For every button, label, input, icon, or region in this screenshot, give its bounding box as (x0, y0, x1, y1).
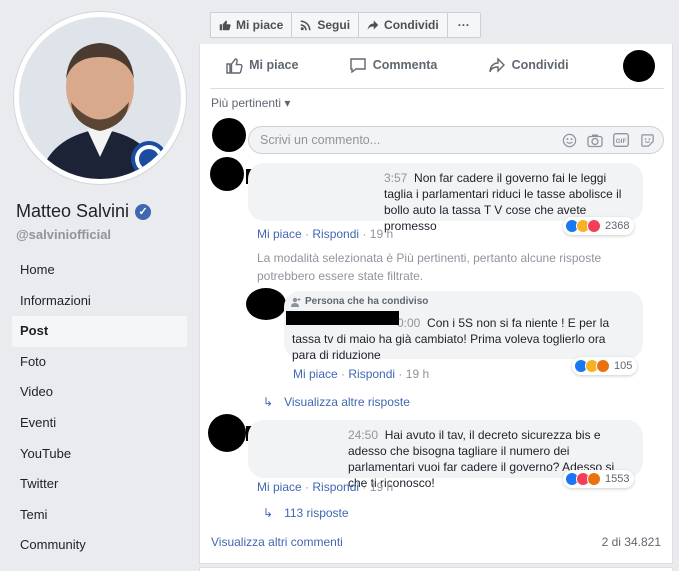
sticker-icon[interactable] (639, 132, 655, 148)
page-like-button[interactable]: Mi piace (211, 13, 293, 37)
nav-item-foto[interactable]: Foto (12, 347, 187, 378)
page-nav: Home Informazioni Post Foto Video Eventi… (12, 255, 187, 561)
post-card: Mi piace Commenta Condividi Più pertinen… (199, 44, 673, 564)
follow-button[interactable]: Segui (292, 13, 360, 37)
comment-reply-link[interactable]: Rispondi (312, 480, 359, 494)
chevron-down-icon: ▾ (284, 96, 291, 110)
reply-meta: Mi piace · Rispondi · 19 h (293, 367, 429, 381)
comment-reactions[interactable]: 1553 (563, 470, 635, 488)
comment-like-link[interactable]: Mi piace (257, 227, 302, 241)
verified-badge-icon: ✓ (135, 203, 152, 220)
reply-arrow-icon: ↳ (263, 395, 274, 409)
nav-item-post[interactable]: Post (12, 316, 187, 347)
reaction-count: 1553 (605, 473, 630, 485)
nav-item-twitter[interactable]: Twitter (12, 469, 187, 500)
separator: · (362, 480, 370, 494)
emoji-icon[interactable] (561, 132, 577, 148)
page-like-label: Mi piace (236, 18, 284, 32)
nav-item-community[interactable]: Community (12, 530, 187, 561)
page-action-bar: Mi piace Segui Condividi ··· (210, 12, 481, 38)
thumbs-up-icon (226, 58, 243, 74)
redacted-avatar (212, 118, 246, 152)
redacted-avatar (623, 50, 655, 82)
reply-reactions[interactable]: 105 (572, 357, 638, 375)
comment-icon (350, 58, 366, 74)
redacted-author-name (286, 311, 399, 325)
comment-age[interactable]: 19 h (370, 227, 393, 241)
post-comment-button[interactable]: Commenta (349, 56, 438, 74)
shared-by-tag: Persona che ha condiviso (291, 296, 428, 307)
separator: · (398, 367, 406, 381)
reply-reply-link[interactable]: Rispondi (348, 367, 395, 381)
comment-meta: Mi piace · Rispondi · 19 h (257, 480, 393, 494)
redacted-avatar (246, 288, 286, 320)
nav-item-informazioni[interactable]: Informazioni (12, 286, 187, 317)
nav-item-eventi[interactable]: Eventi (12, 408, 187, 439)
reply-age[interactable]: 19 h (406, 367, 429, 381)
comment-reply-link[interactable]: Rispondi (312, 227, 359, 241)
redacted-avatar (208, 414, 246, 452)
comment-input-placeholder: Scrivi un commento... (260, 133, 381, 147)
more-options-button[interactable]: ··· (448, 13, 480, 37)
redacted-avatar (210, 157, 244, 191)
view-more-replies-link[interactable]: ↳ Visualizza altre risposte (263, 395, 410, 409)
separator: · (362, 227, 370, 241)
comment-age[interactable]: 19 h (370, 480, 393, 494)
follow-label: Segui (317, 18, 351, 32)
camera-icon[interactable] (587, 132, 603, 148)
page-handle[interactable]: @salviniofficial (16, 227, 111, 242)
comment-meta: Mi piace · Rispondi · 19 h (257, 227, 393, 241)
composer-tools: GIF (561, 132, 655, 148)
view-more-comments-link[interactable]: Visualizza altri commenti (211, 535, 343, 549)
next-post-card (199, 567, 673, 571)
person-icon (291, 297, 301, 307)
post-like-button[interactable]: Mi piace (225, 56, 298, 74)
share-arrow-icon (367, 20, 379, 31)
comment-count: 2 di 34.821 (601, 535, 661, 549)
comment-reactions[interactable]: 2368 (563, 217, 635, 235)
gif-icon[interactable]: GIF (613, 132, 629, 148)
sort-label: Più pertinenti (211, 96, 282, 110)
post-comment-label: Commenta (372, 58, 438, 72)
page-share-button[interactable]: Condividi (359, 13, 448, 37)
page-name-text[interactable]: Matteo Salvini (16, 201, 129, 222)
profile-picture[interactable] (14, 12, 186, 184)
comment-like-link[interactable]: Mi piace (257, 480, 302, 494)
divider (210, 88, 664, 89)
share-arrow-icon (488, 57, 505, 73)
nav-item-home[interactable]: Home (12, 255, 187, 286)
nav-item-temi[interactable]: Temi (12, 500, 187, 531)
post-share-button[interactable]: Condividi (488, 56, 569, 74)
nav-item-video[interactable]: Video (12, 377, 187, 408)
reply-like-link[interactable]: Mi piace (293, 367, 338, 381)
filter-notice: La modalità selezionata è Più pertinenti… (257, 251, 602, 283)
angry-reaction-icon (596, 359, 610, 373)
profile-photo (19, 17, 181, 179)
page-title[interactable]: Matteo Salvini ✓ (16, 201, 152, 222)
left-sidebar: Matteo Salvini ✓ @salviniofficial Home I… (0, 0, 195, 571)
comment-time: 24:50 (348, 428, 379, 442)
view-more-replies-label: Visualizza altre risposte (284, 395, 410, 409)
comment-time: 0:00 (397, 316, 421, 330)
reaction-count: 2368 (605, 220, 630, 232)
svg-text:GIF: GIF (616, 138, 627, 145)
reply-arrow-icon: ↳ (263, 506, 274, 520)
love-reaction-icon (587, 219, 601, 233)
nav-item-youtube[interactable]: YouTube (12, 439, 187, 470)
more-dots-icon: ··· (457, 18, 470, 32)
angry-reaction-icon (587, 472, 601, 486)
post-like-label: Mi piace (249, 58, 299, 72)
comment-sort-dropdown[interactable]: Più pertinenti ▾ (211, 96, 290, 110)
thumbs-up-icon (219, 20, 231, 31)
comment-text-wrap (248, 179, 643, 221)
rss-icon (301, 20, 311, 31)
post-action-row: Mi piace Commenta Condividi (200, 52, 674, 78)
shared-by-label: Persona che ha condiviso (305, 296, 429, 307)
comment-input[interactable]: Scrivi un commento... GIF (248, 126, 664, 154)
post-share-label: Condividi (511, 58, 569, 72)
view-replies-label: 113 risposte (284, 506, 349, 520)
view-replies-link[interactable]: ↳ 113 risposte (263, 506, 349, 520)
page-share-label: Condividi (384, 18, 439, 32)
reaction-count: 105 (614, 360, 633, 372)
